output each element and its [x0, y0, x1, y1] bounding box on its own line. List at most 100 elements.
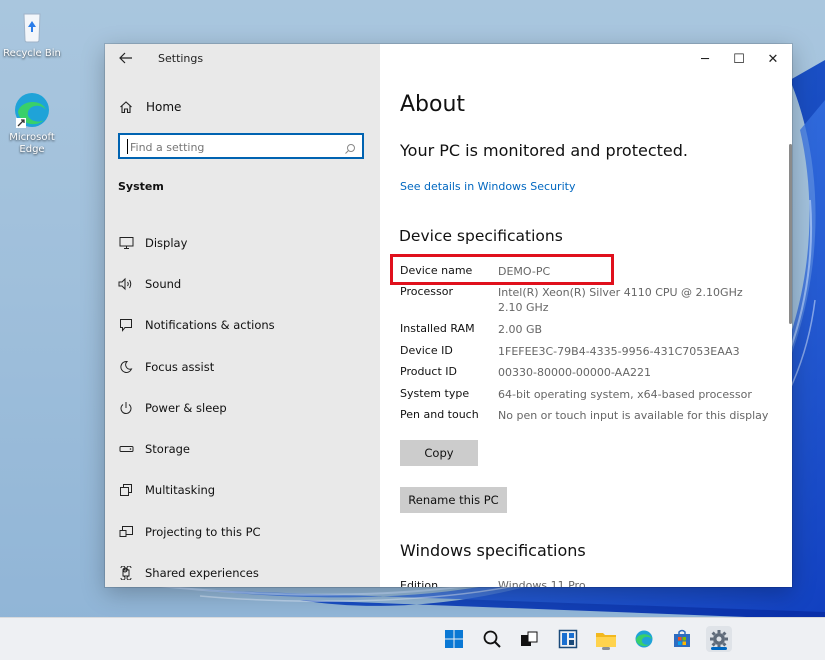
settings-window: Settings Home System Display Sound [105, 44, 792, 587]
task-view-button[interactable] [516, 626, 542, 652]
sidebar-item-home[interactable]: Home [119, 98, 181, 116]
taskbar-search-button[interactable] [479, 626, 505, 652]
sidebar-item-label: Notifications & actions [145, 318, 275, 333]
task-view-icon [521, 631, 538, 646]
sidebar-item-label: Sound [145, 276, 182, 291]
content-pane: ─ ☐ ✕ About Your PC is monitored and pro… [380, 44, 792, 587]
spec-key: Installed RAM [400, 322, 475, 335]
spec-value: 64-bit operating system, x64-based proce… [498, 387, 752, 401]
security-details-link[interactable]: See details in Windows Security [400, 180, 575, 193]
sidebar-item-label: Power & sleep [145, 400, 227, 415]
display-icon [118, 235, 134, 251]
spec-value: 1FEFEE3C-79B4-4335-9956-431C7053EAA3 [498, 344, 740, 358]
sidebar-item-projecting[interactable]: Projecting to this PC [105, 511, 380, 552]
sidebar-item-label: Shared experiences [145, 566, 259, 581]
running-indicator [602, 647, 610, 650]
rename-pc-button[interactable]: Rename this PC [400, 487, 507, 513]
home-icon [119, 100, 133, 114]
sidebar-item-label: Focus assist [145, 359, 215, 374]
widgets-icon [558, 629, 578, 649]
maximize-button[interactable]: ☐ [722, 48, 756, 70]
power-icon [118, 400, 134, 416]
search-icon [483, 630, 501, 648]
multitasking-icon [118, 482, 134, 498]
spec-value: No pen or touch input is available for t… [498, 409, 769, 422]
file-explorer-icon [596, 633, 616, 647]
start-icon [445, 630, 463, 648]
spec-value: 00330-80000-00000-AA221 [498, 366, 651, 379]
file-explorer-button[interactable] [593, 626, 619, 652]
sidebar-item-display[interactable]: Display [105, 222, 380, 263]
sidebar-item-label: Storage [145, 442, 190, 457]
taskbar [0, 617, 825, 660]
sidebar-item-label: Home [146, 100, 182, 114]
minimize-button[interactable]: ─ [688, 48, 722, 70]
sidebar-item-focus-assist[interactable]: Focus assist [105, 346, 380, 387]
spec-key: Product ID [400, 365, 457, 378]
sidebar-item-multitasking[interactable]: Multitasking [105, 470, 380, 511]
search-box[interactable] [118, 133, 364, 159]
settings-icon [710, 630, 728, 648]
minimize-icon: ─ [701, 51, 709, 67]
close-button[interactable]: ✕ [756, 48, 790, 70]
spec-row-processor: Processor Intel(R) Xeon(R) Silver 4110 C… [400, 285, 770, 322]
windows-specs-heading: Windows specifications [400, 541, 586, 560]
spec-row-pen-touch: Pen and touch No pen or touch input is a… [400, 408, 770, 430]
edge-taskbar-button[interactable] [631, 626, 657, 652]
close-icon: ✕ [767, 51, 779, 67]
desktop-icon-edge[interactable]: Microsoft Edge [2, 90, 62, 156]
page-title: About [400, 92, 466, 117]
shared-experiences-icon [118, 565, 134, 581]
notifications-icon [118, 317, 134, 333]
store-icon [674, 629, 690, 647]
widgets-button[interactable] [555, 626, 581, 652]
spec-key: Edition [400, 579, 439, 587]
sidebar-item-shared-experiences[interactable]: Shared experiences [105, 552, 380, 587]
moon-icon [118, 359, 134, 375]
spec-row-device-id: Device ID 1FEFEE3C-79B4-4335-9956-431C70… [400, 344, 770, 366]
storage-icon [118, 441, 134, 457]
spec-value: Windows 11 Pro [498, 579, 586, 587]
spec-key: Pen and touch [400, 408, 479, 421]
window-title: Settings [158, 52, 204, 65]
settings-taskbar-button[interactable] [706, 626, 732, 652]
edge-icon [12, 90, 52, 130]
sidebar-item-sound[interactable]: Sound [105, 263, 380, 304]
spec-key: Processor [400, 285, 453, 298]
protection-status: Your PC is monitored and protected. [400, 141, 688, 160]
store-button[interactable] [669, 626, 695, 652]
sidebar-item-label: Projecting to this PC [145, 524, 261, 539]
spec-value: 2.00 GB [498, 323, 543, 336]
spec-row-system-type: System type 64-bit operating system, x64… [400, 387, 770, 409]
section-title: System [118, 180, 164, 193]
spec-row-installed-ram: Installed RAM 2.00 GB [400, 322, 770, 344]
desktop-icon-label: Recycle Bin [3, 48, 61, 59]
spec-value: Intel(R) Xeon(R) Silver 4110 CPU @ 2.10G… [498, 286, 743, 314]
sidebar-item-label: Multitasking [145, 483, 216, 498]
active-indicator [711, 647, 727, 650]
maximize-icon: ☐ [733, 51, 745, 67]
device-name-highlight-box [390, 254, 614, 285]
device-specs-heading: Device specifications [399, 227, 563, 245]
desktop-icon-recycle-bin[interactable]: Recycle Bin [2, 6, 62, 60]
edge-icon [635, 630, 653, 648]
start-button[interactable] [441, 626, 467, 652]
spec-row-edition: Edition Windows 11 Pro [400, 579, 586, 587]
sidebar-item-storage[interactable]: Storage [105, 428, 380, 469]
text-cursor [127, 139, 128, 154]
back-arrow-icon[interactable] [119, 51, 135, 67]
sidebar: Settings Home System Display Sound [105, 44, 380, 587]
spec-key: Device ID [400, 343, 453, 357]
sidebar-item-notifications[interactable]: Notifications & actions [105, 305, 380, 346]
scrollbar[interactable] [789, 144, 792, 324]
desktop-icon-label: Microsoft Edge [9, 132, 55, 155]
spec-key: System type [400, 386, 470, 400]
recycle-bin-icon [12, 6, 52, 46]
search-input[interactable] [128, 136, 332, 158]
sidebar-item-power-sleep[interactable]: Power & sleep [105, 387, 380, 428]
sidebar-nav: Display Sound Notifications & actions Fo… [105, 222, 380, 587]
projecting-icon [118, 524, 134, 540]
copy-button[interactable]: Copy [400, 440, 478, 466]
search-icon[interactable] [344, 140, 356, 154]
device-specs-table: Device name DEMO-PC Processor Intel(R) X… [400, 264, 770, 430]
